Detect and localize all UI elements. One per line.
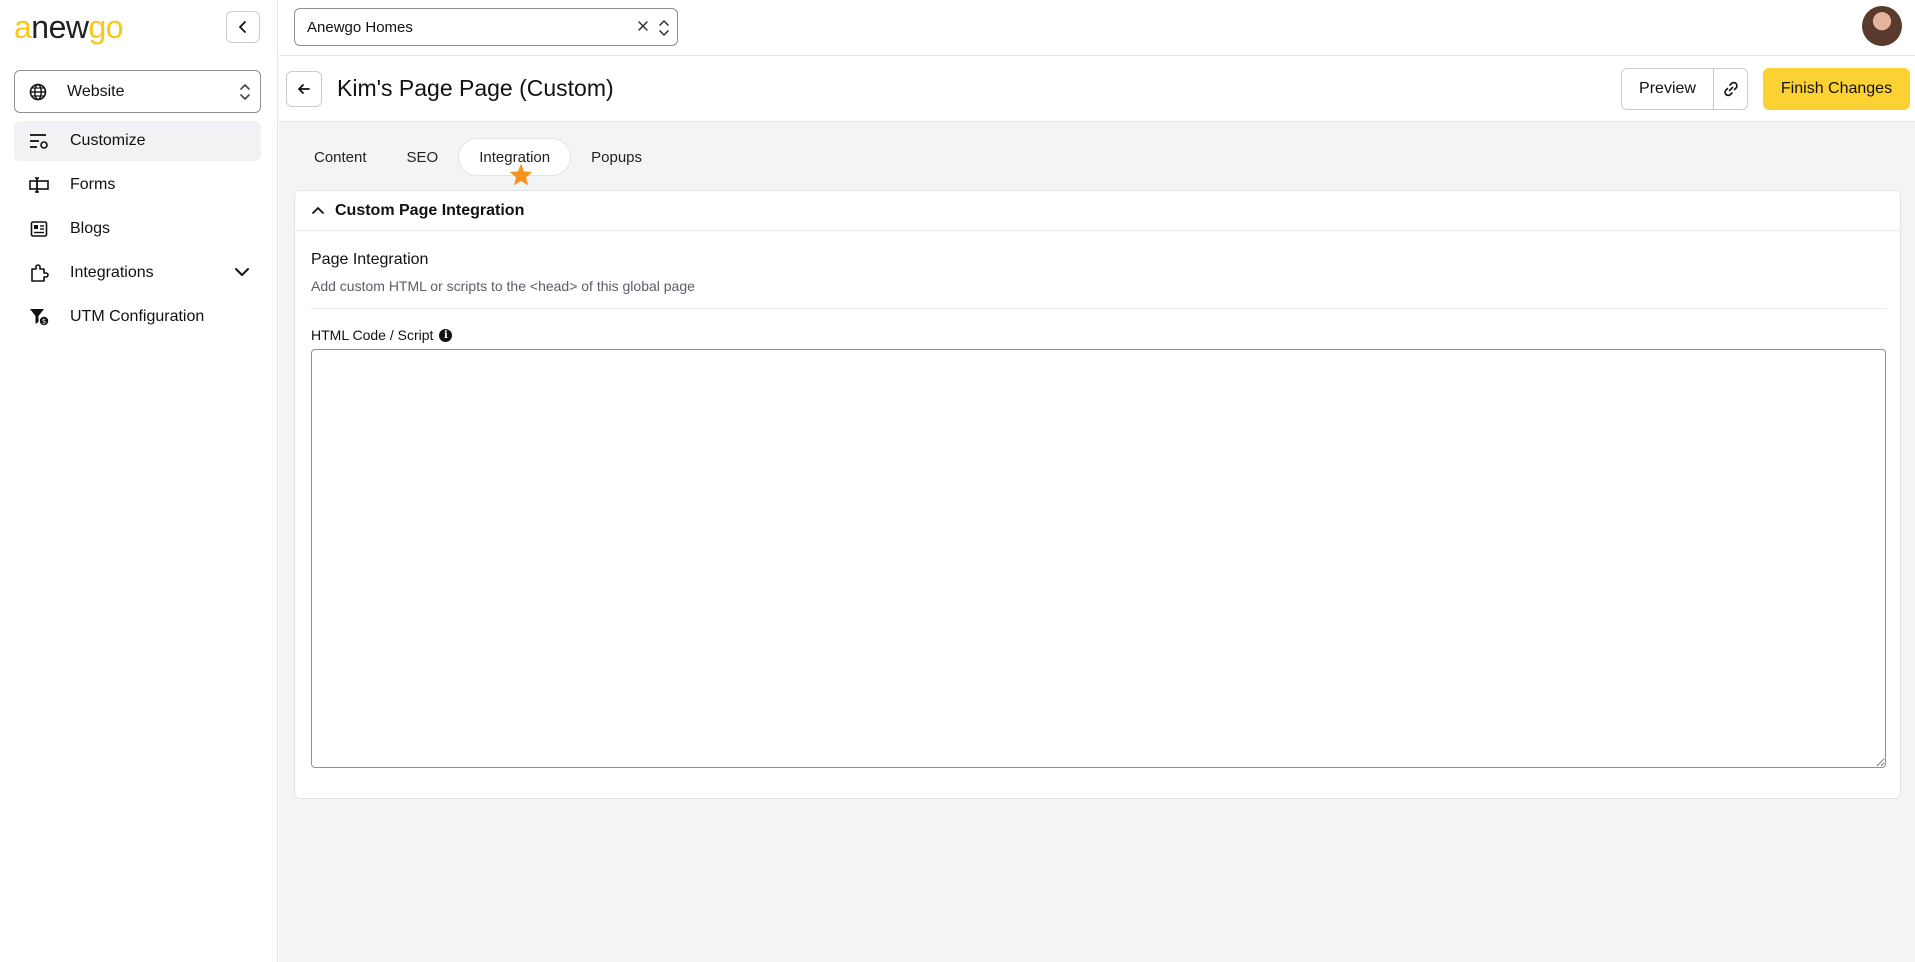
sidebar-nav: Customize Forms Blogs Integrations $ UTM…	[14, 121, 261, 341]
star-marker-icon	[509, 163, 533, 186]
close-icon[interactable]	[636, 19, 650, 33]
top-header: Anewgo Homes	[279, 0, 1915, 56]
preview-button-group: Preview	[1621, 68, 1748, 110]
sidebar-item-label: Customize	[70, 132, 146, 149]
tab-popups[interactable]: Popups	[571, 138, 662, 176]
globe-icon	[29, 83, 47, 100]
card-collapse-header[interactable]: Custom Page Integration	[295, 191, 1900, 231]
page-header: Kim's Page Page (Custom) Preview Finish …	[279, 57, 1915, 122]
arrow-left-icon	[298, 84, 310, 94]
finish-changes-button[interactable]: Finish Changes	[1763, 68, 1910, 110]
logo-part-a: a	[14, 9, 32, 45]
main-content: Content SEO Integration Popups Custom Pa…	[279, 122, 1915, 962]
sidebar-item-label: Integrations	[70, 264, 154, 281]
sidebar-item-label: Blogs	[70, 220, 111, 237]
tab-content[interactable]: Content	[294, 138, 387, 176]
logo-part-go: go	[88, 9, 124, 45]
form-input-icon	[28, 174, 50, 196]
divider	[311, 308, 1886, 309]
svg-text:$: $	[42, 318, 46, 326]
organization-selector-value: Anewgo Homes	[307, 18, 413, 36]
chevron-up-down-icon	[240, 83, 250, 101]
sidebar: anewgo Website Customize Forms Blogs Int…	[0, 0, 278, 962]
sidebar-item-utm-configuration[interactable]: $ UTM Configuration	[14, 297, 261, 337]
user-avatar[interactable]	[1862, 6, 1902, 46]
chevron-down-icon[interactable]	[233, 263, 251, 281]
funnel-dollar-icon: $	[28, 306, 50, 328]
sidebar-item-blogs[interactable]: Blogs	[14, 209, 261, 249]
section-description: Add custom HTML or scripts to the <head>…	[311, 278, 695, 294]
logo-part-new: new	[31, 9, 89, 45]
page-title: Kim's Page Page (Custom)	[337, 75, 614, 101]
copy-link-button[interactable]	[1714, 69, 1747, 109]
sidebar-item-label: UTM Configuration	[70, 308, 205, 325]
anewgo-logo[interactable]: anewgo	[14, 9, 124, 45]
html-code-textarea[interactable]	[311, 349, 1886, 768]
sidebar-item-forms[interactable]: Forms	[14, 165, 261, 205]
puzzle-icon	[28, 262, 50, 284]
custom-page-integration-card: Custom Page Integration Page Integration…	[294, 190, 1901, 799]
site-selector-label: Website	[67, 82, 125, 100]
section-title: Page Integration	[311, 251, 429, 268]
back-button[interactable]	[286, 71, 322, 107]
tab-bar: Content SEO Integration Popups	[294, 138, 662, 176]
chevron-up-down-icon	[659, 19, 669, 37]
customize-sliders-icon	[28, 130, 50, 152]
tab-seo[interactable]: SEO	[387, 138, 459, 176]
sidebar-item-customize[interactable]: Customize	[14, 121, 261, 161]
link-icon	[1723, 81, 1738, 97]
site-selector[interactable]: Website	[14, 70, 261, 113]
sidebar-item-integrations[interactable]: Integrations	[14, 253, 261, 293]
html-code-label: HTML Code / Script i	[311, 327, 453, 343]
collapse-sidebar-button[interactable]	[226, 11, 260, 43]
card-title: Custom Page Integration	[335, 201, 525, 219]
html-code-label-text: HTML Code / Script	[311, 327, 434, 343]
newspaper-icon	[28, 218, 50, 240]
organization-selector[interactable]: Anewgo Homes	[294, 8, 678, 46]
chevron-up-icon	[312, 206, 324, 214]
chevron-left-icon	[239, 21, 246, 33]
info-icon[interactable]: i	[439, 328, 453, 342]
preview-button[interactable]: Preview	[1622, 69, 1714, 109]
sidebar-item-label: Forms	[70, 176, 116, 193]
